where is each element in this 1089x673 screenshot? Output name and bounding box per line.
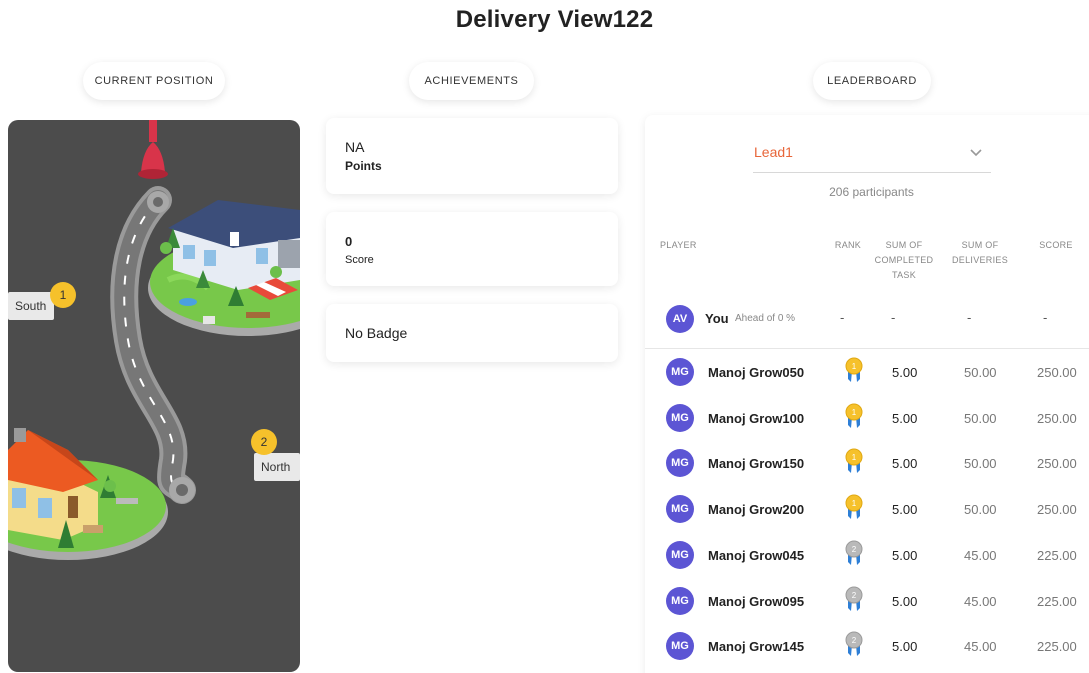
map-illustration [8, 120, 300, 560]
completed-task-value: 5.00 [892, 410, 918, 426]
table-row[interactable]: MG Manoj Grow050 1 5.00 50.00 250.00 [645, 354, 1089, 390]
current-user-deliveries: - [967, 310, 972, 325]
player-name: Manoj Grow150 [708, 456, 805, 472]
completed-task-value: 5.00 [892, 502, 918, 518]
score-label: Score [345, 254, 374, 266]
svg-text:2: 2 [852, 591, 857, 600]
map-marker-2[interactable]: 2 [251, 429, 277, 455]
leaderboard-selected-value: Lead1 [754, 144, 793, 160]
badge-card: No Badge [326, 304, 618, 362]
completed-task-value: 5.00 [892, 365, 918, 380]
silver-medal-icon: 2 [845, 631, 863, 657]
leaderboard-panel: Lead1 206 participants PLAYER RANK SUM O… [645, 115, 1089, 673]
deliveries-value: 50.00 [964, 502, 997, 518]
header-score: SCORE [1039, 240, 1073, 250]
deliveries-value: 50.00 [964, 365, 997, 380]
player-name: Manoj Grow095 [708, 593, 805, 609]
completed-task-value: 5.00 [892, 456, 918, 472]
header-rank: RANK [834, 240, 862, 250]
leaderboard-select[interactable]: Lead1 [753, 133, 991, 173]
score-card: 0 Score [326, 212, 618, 286]
avatar: MG [666, 586, 694, 615]
header-deliveries: SUM OF DELIVERIES [951, 240, 1009, 265]
score-value: 225.00 [1037, 593, 1077, 609]
completed-task-value: 5.00 [892, 547, 918, 563]
current-user-score: - [1043, 310, 1048, 325]
avatar: MG [666, 403, 694, 432]
gold-medal-icon: 1 [845, 448, 863, 474]
avatar: MG [666, 449, 694, 478]
avatar: MG [666, 358, 694, 386]
player-name: Manoj Grow045 [708, 547, 805, 563]
avatar: MG [666, 495, 694, 524]
completed-task-value: 5.00 [892, 593, 918, 609]
header-completed-task: SUM OF COMPLETED TASK [874, 240, 934, 280]
silver-medal-icon: 2 [845, 540, 863, 565]
svg-text:2: 2 [852, 636, 857, 645]
svg-text:1: 1 [852, 453, 857, 462]
deliveries-value: 45.00 [964, 547, 997, 563]
player-name: Manoj Grow145 [708, 639, 805, 655]
table-row[interactable]: MG Manoj Grow045 2 5.00 45.00 225.00 [645, 537, 1089, 573]
svg-text:2: 2 [852, 545, 857, 554]
player-name: Manoj Grow100 [708, 410, 805, 426]
points-value: NA [345, 139, 365, 155]
page-title: Delivery View122 [455, 6, 654, 33]
tab-current-position[interactable]: CURRENT POSITION [83, 62, 225, 100]
deliveries-value: 45.00 [964, 639, 997, 655]
deliveries-value: 50.00 [964, 456, 997, 472]
table-row[interactable]: MG Manoj Grow200 1 5.00 50.00 250.00 [645, 491, 1089, 527]
chevron-down-icon [970, 149, 982, 157]
table-row[interactable]: MG Manoj Grow100 1 5.00 50.00 250.00 [645, 400, 1089, 436]
score-value: 225.00 [1037, 547, 1077, 563]
score-value: 250.00 [1037, 502, 1077, 518]
map-label-south: South [8, 292, 54, 320]
score-value: 0 [345, 234, 353, 249]
points-label: Points [345, 159, 382, 173]
divider [645, 348, 1089, 349]
score-value: 225.00 [1037, 639, 1077, 655]
avatar: MG [666, 540, 694, 569]
score-value: 250.00 [1037, 456, 1077, 472]
header-player: PLAYER [660, 240, 697, 250]
table-row[interactable]: MG Manoj Grow095 2 5.00 45.00 225.00 [645, 583, 1089, 619]
svg-text:1: 1 [852, 408, 857, 417]
score-value: 250.00 [1037, 365, 1077, 380]
current-user-ahead: Ahead of 0 % [735, 313, 796, 324]
tab-achievements[interactable]: ACHIEVEMENTS [409, 62, 534, 100]
score-value: 250.00 [1037, 410, 1077, 426]
silver-medal-icon: 2 [845, 586, 863, 611]
badge-text: No Badge [345, 325, 408, 341]
svg-text:1: 1 [852, 362, 857, 371]
svg-text:1: 1 [852, 499, 857, 508]
map-marker-1[interactable]: 1 [50, 282, 76, 308]
map-label-north: North [254, 453, 300, 481]
current-user-name: You [705, 311, 729, 326]
player-name: Manoj Grow050 [708, 365, 805, 380]
player-name: Manoj Grow200 [708, 502, 805, 518]
completed-task-value: 5.00 [892, 639, 918, 655]
table-row[interactable]: MG Manoj Grow150 1 5.00 50.00 250.00 [645, 445, 1089, 481]
participants-count: 206 participants [829, 185, 914, 199]
position-map: South 1 North 2 [8, 120, 300, 672]
deliveries-value: 50.00 [964, 410, 997, 426]
avatar: MG [666, 632, 694, 661]
table-row[interactable]: MG Manoj Grow145 2 5.00 45.00 225.00 [645, 628, 1089, 664]
points-card: NA Points [326, 118, 618, 194]
current-user-task: - [891, 310, 896, 325]
gold-medal-icon: 1 [845, 494, 863, 520]
gold-medal-icon: 1 [845, 403, 863, 428]
tab-leaderboard[interactable]: LEADERBOARD [813, 62, 931, 100]
avatar: AV [666, 305, 694, 333]
deliveries-value: 45.00 [964, 593, 997, 609]
current-user-rank: - [840, 310, 845, 325]
current-user-row: AV You Ahead of 0 % - - - - [645, 303, 1089, 335]
gold-medal-icon: 1 [845, 357, 863, 382]
